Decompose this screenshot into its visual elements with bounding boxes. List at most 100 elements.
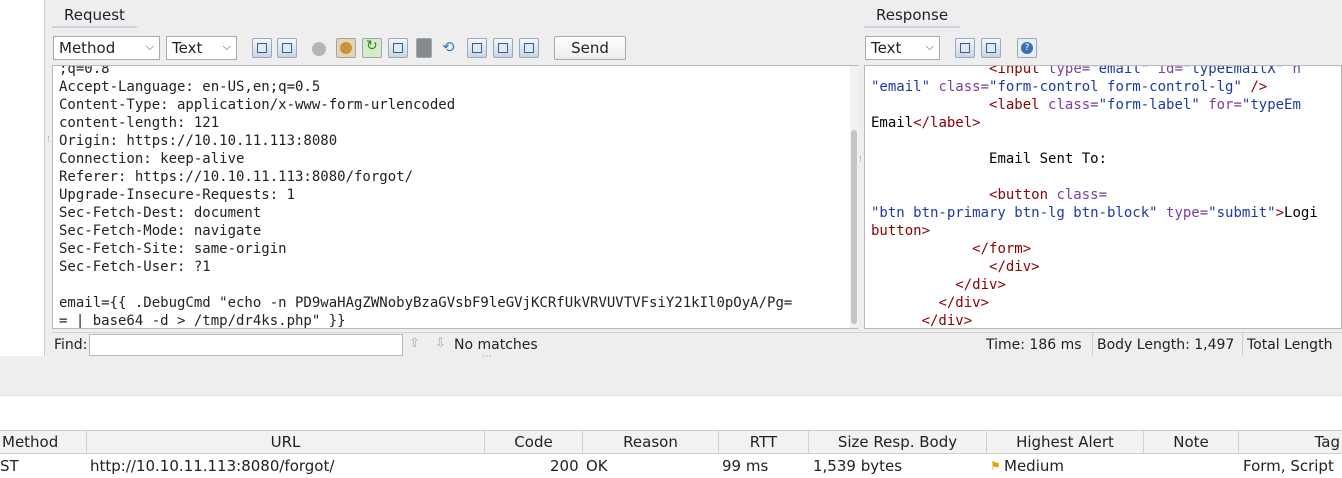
response-format-select[interactable]: Text ⌵ [865, 36, 940, 60]
column-header-reason[interactable]: Reason [583, 431, 719, 454]
row-rtt: 99 ms [722, 457, 769, 475]
response-line: <input type="email" id="typeEmailX" n [871, 65, 1318, 78]
response-token: </div> [955, 277, 1006, 293]
request-editor[interactable]: ;q=0.8 Accept-Language: en-US,en;q=0.5 Con… [52, 65, 859, 329]
layout-side-by-side-icon[interactable] [955, 38, 975, 58]
row-url: http://10.10.11.113:8080/forgot/ [90, 457, 335, 475]
request-line: = | base64 -d > /tmp/dr4ks.php" }} [59, 313, 346, 329]
horizontal-splitter[interactable]: ⋯ [0, 351, 1342, 364]
response-time: Time: 186 ms [986, 337, 1082, 353]
request-line: Connection: keep-alive [59, 151, 245, 167]
column-header-tag[interactable]: Tag [1239, 431, 1342, 454]
layout-tabs-icon[interactable] [277, 38, 297, 58]
response-token: </form> [972, 241, 1032, 257]
request-line: Sec-Fetch-User: ?1 [59, 259, 211, 275]
left-tree-panel [0, 0, 45, 356]
response-token: class= [1056, 187, 1108, 203]
follow-redirect-icon[interactable]: ↻ [362, 38, 382, 58]
stats-divider [1242, 333, 1243, 357]
request-line: Sec-Fetch-Dest: document [59, 205, 262, 221]
breakpoint-icon[interactable] [312, 42, 326, 56]
response-editor[interactable]: <input type="email" id="typeEmailX" n "em… [864, 65, 1342, 329]
chevron-down-icon: ⌵ [222, 40, 231, 53]
find-previous-icon[interactable]: ⇧ [409, 336, 420, 351]
document-icon[interactable] [416, 38, 432, 58]
request-line: Sec-Fetch-Site: same-origin [59, 241, 287, 257]
history-toolbar [0, 364, 1342, 396]
tab-request[interactable]: Request [52, 2, 137, 28]
request-line: Content-Type: application/x-www-form-url… [59, 97, 456, 113]
column-header-note[interactable]: Note [1144, 431, 1239, 454]
split-view-icon[interactable] [519, 38, 539, 58]
response-line: button> [871, 222, 1318, 240]
request-line: Upgrade-Insecure-Requests: 1 [59, 187, 296, 203]
response-token: "form-control form-control-lg" [989, 79, 1251, 95]
refresh-icon[interactable]: ⟲ [442, 38, 462, 58]
column-header-size[interactable]: Size Resp. Body [809, 431, 987, 454]
request-scroll-thumb[interactable] [851, 130, 857, 324]
panel-view-icon[interactable] [467, 38, 487, 58]
response-token: <label [989, 97, 1049, 113]
response-token: /> [1250, 79, 1268, 95]
response-token: </div> [989, 259, 1040, 275]
request-line: content-length: 121 [59, 115, 220, 131]
column-header-method[interactable]: Method [0, 431, 87, 454]
response-line: "email" class="form-control form-control… [871, 78, 1318, 96]
row-method: ST [0, 457, 19, 475]
history-spacer [0, 396, 1342, 430]
request-format-value: Text [172, 39, 203, 57]
request-format-select[interactable]: Text ⌵ [166, 36, 237, 60]
alert-flag-icon: ⚑ [990, 459, 1001, 473]
response-token: "email" [1090, 65, 1158, 77]
request-text: ;q=0.8 Accept-Language: en-US,en;q=0.5 Con… [59, 65, 792, 329]
request-line: ;q=0.8 [59, 65, 110, 77]
row-size: 1,539 bytes [813, 457, 903, 475]
find-label: Find: [54, 337, 88, 353]
chevron-down-icon: ⌵ [925, 40, 934, 53]
column-header-url[interactable]: URL [87, 431, 485, 454]
cookie-icon[interactable] [336, 38, 356, 58]
response-line: Email</label> [871, 114, 1318, 132]
row-code: 200 [550, 457, 579, 475]
layout-side-by-side-icon[interactable] [252, 38, 272, 58]
response-token: button> [871, 223, 931, 239]
table-row[interactable]: ST http://10.10.11.113:8080/forgot/ 200 … [0, 455, 1342, 478]
response-token: "typeEmailX" [1182, 65, 1293, 77]
left-splitter[interactable]: ⁝ [45, 0, 52, 356]
response-token: "form-label" [1098, 97, 1209, 113]
chevron-down-icon: ⌵ [145, 40, 154, 53]
response-token: "submit" [1208, 205, 1276, 221]
frame-icon[interactable] [388, 38, 408, 58]
help-icon[interactable]: ? [1017, 38, 1037, 58]
request-line: Accept-Language: en-US,en;q=0.5 [59, 79, 321, 95]
response-line: </div> [871, 276, 1318, 294]
response-line: </form> [871, 240, 1318, 258]
response-token: <input [989, 65, 1049, 77]
response-token: "typeEm [1241, 97, 1301, 113]
response-line: Email Sent To: [871, 150, 1318, 168]
response-token: > [1275, 205, 1285, 221]
tab-response[interactable]: Response [864, 2, 961, 28]
send-button[interactable]: Send [554, 36, 626, 60]
response-token: for= [1208, 97, 1242, 113]
column-header-rtt[interactable]: RTT [719, 431, 809, 454]
list-view-icon[interactable] [493, 38, 513, 58]
column-header-code[interactable]: Code [485, 431, 583, 454]
response-line [871, 168, 1318, 186]
total-length: Total Length [1247, 337, 1333, 353]
response-token: "btn btn-primary btn-lg btn-block" [871, 205, 1167, 221]
response-token: class= [938, 79, 990, 95]
response-toolbar: Text ⌵ ? [864, 35, 1342, 61]
layout-tabs-icon[interactable] [981, 38, 1001, 58]
column-header-alert[interactable]: Highest Alert [987, 431, 1144, 454]
find-next-icon[interactable]: ⇩ [435, 336, 446, 351]
request-scrollbar[interactable] [850, 66, 858, 328]
find-input[interactable] [89, 334, 403, 356]
find-bar: Find: ⇧ ⇩ No matches Time: 186 ms Body L… [52, 332, 1342, 357]
method-select[interactable]: Method ⌵ [53, 36, 160, 60]
